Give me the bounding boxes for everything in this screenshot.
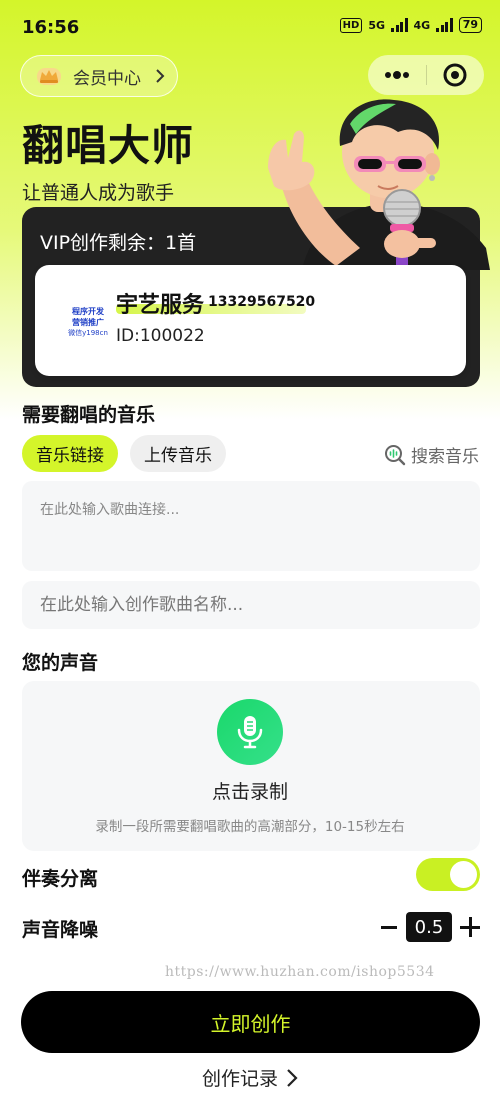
record-label: 点击录制: [211, 781, 288, 803]
creation-records-label: 创作记录: [201, 1068, 278, 1090]
tab-upload-music[interactable]: 上传音乐: [130, 435, 226, 472]
tab-music-link[interactable]: 音乐链接: [22, 435, 118, 472]
status-bar: 16:56 HD 5G 4G 79: [0, 0, 500, 56]
miniapp-capsule: [368, 55, 484, 95]
watermark-text: https://www.huzhan.com/ishop5534: [165, 964, 435, 980]
chevron-right-icon: [156, 69, 165, 83]
page-subtitle: 让普通人成为歌手: [22, 182, 175, 204]
search-music-button[interactable]: 搜索音乐: [384, 442, 479, 467]
minus-icon: [381, 925, 397, 929]
user-name: 宇艺服务 13329567520: [116, 287, 315, 319]
crown-icon: [37, 68, 61, 85]
music-section-title: 需要翻唱的音乐: [22, 404, 156, 426]
user-phone: 13329567520: [208, 294, 316, 310]
microphone-icon: [237, 716, 263, 749]
page-title: 翻唱大师: [22, 121, 195, 170]
close-target-icon[interactable]: [427, 55, 484, 95]
record-button[interactable]: [217, 699, 283, 765]
singer-mascot-illustration: [268, 99, 490, 270]
record-hint: 录制一段所需要翻唱歌曲的高潮部分，10-15秒左右: [95, 819, 405, 835]
member-center-button[interactable]: 会员中心: [20, 55, 178, 97]
accompaniment-toggle[interactable]: [416, 858, 480, 891]
net-4g-label: 4G: [413, 18, 431, 32]
user-avatar-logo: 程序开发 营销推广 微信y198cn: [52, 295, 124, 349]
search-audio-icon: [385, 444, 406, 465]
battery-icon: 79: [458, 17, 482, 33]
signal-icon: [436, 18, 453, 32]
more-icon[interactable]: [368, 55, 426, 95]
accompaniment-separation-label: 伴奏分离: [22, 868, 99, 890]
plus-icon: [468, 917, 472, 937]
battery-level: 79: [462, 18, 478, 31]
logo-line: 微信y198cn: [68, 328, 108, 337]
user-id: ID:100022: [116, 326, 205, 346]
user-name-text: 宇艺服务: [116, 293, 205, 318]
noise-decrease-button[interactable]: [380, 912, 398, 942]
song-name-input[interactable]: [40, 581, 460, 629]
net-5g-label: 5G: [368, 18, 385, 32]
noise-reduction-value: 0.5: [406, 912, 452, 942]
search-music-label: 搜索音乐: [411, 447, 479, 467]
signal-icon: [391, 18, 408, 32]
status-time: 16:56: [22, 17, 80, 38]
noise-reduction-label: 声音降噪: [22, 919, 99, 941]
vip-remaining-text: VIP创作剩余：1首: [40, 232, 197, 254]
logo-line: 程序开发: [72, 306, 104, 316]
member-center-label: 会员中心: [73, 68, 141, 89]
logo-line: 营销推广: [72, 317, 104, 327]
status-icons: HD 5G 4G 79: [339, 17, 482, 33]
chevron-right-icon: [287, 1068, 298, 1087]
noise-increase-button[interactable]: [460, 917, 480, 937]
song-link-box: [22, 481, 480, 571]
creation-records-link[interactable]: 创作记录: [0, 1064, 500, 1091]
voice-section-title: 您的声音: [22, 652, 99, 674]
hd-badge: HD: [339, 17, 363, 33]
song-link-input[interactable]: [40, 499, 460, 559]
toggle-knob: [450, 861, 477, 888]
song-name-box: [22, 581, 480, 629]
create-now-button[interactable]: 立即创作: [21, 991, 480, 1053]
